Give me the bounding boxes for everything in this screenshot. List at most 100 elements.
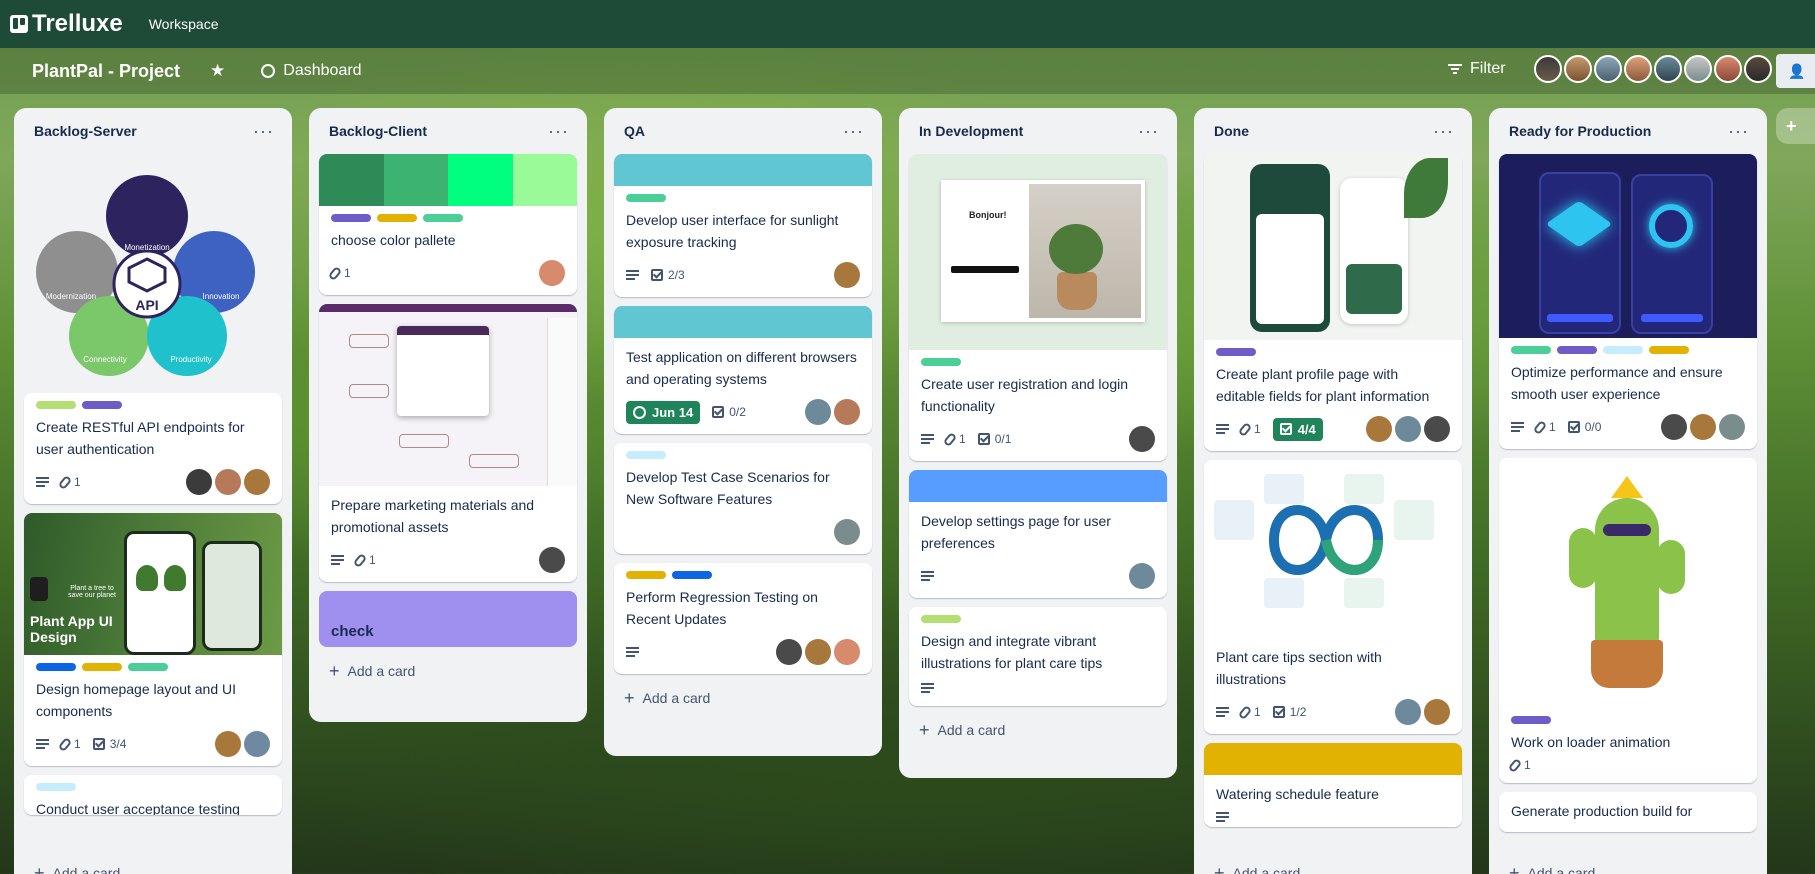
avatar[interactable]	[1684, 55, 1712, 83]
label	[1603, 346, 1643, 354]
avatar[interactable]	[834, 399, 860, 425]
list-title[interactable]: Backlog-Server	[34, 123, 137, 139]
avatar[interactable]	[805, 639, 831, 665]
add-card-button[interactable]: + Add a card	[319, 656, 577, 686]
workspace-menu[interactable]: Workspace	[149, 16, 219, 32]
avatar[interactable]	[186, 469, 212, 495]
attachment-icon	[352, 552, 368, 568]
list-menu-icon[interactable]: ···	[843, 122, 864, 140]
list-title[interactable]: Backlog-Client	[329, 123, 427, 139]
avatar[interactable]	[539, 547, 565, 573]
card[interactable]: Watering schedule feature	[1204, 743, 1462, 827]
list-title[interactable]: Ready for Production	[1509, 123, 1651, 139]
avatar[interactable]	[834, 639, 860, 665]
card[interactable]: Develop user interface for sunlight expo…	[614, 154, 872, 297]
add-card-button[interactable]: + Add a card	[909, 715, 1167, 745]
list-title[interactable]: Done	[1214, 123, 1249, 139]
add-card-button[interactable]: + Add a card	[24, 858, 282, 874]
avatar[interactable]	[1395, 416, 1421, 442]
avatar[interactable]	[1594, 55, 1622, 83]
api-label-productivity: Productivity	[170, 355, 211, 364]
card[interactable]: Monetization Modernization Innovation AP…	[19, 154, 287, 384]
list-menu-icon[interactable]: ···	[253, 122, 274, 140]
avatar[interactable]	[215, 469, 241, 495]
flow-node	[349, 384, 389, 398]
avatar[interactable]	[1624, 55, 1652, 83]
gauge-graphic	[1649, 204, 1693, 248]
add-card-button[interactable]: + Add a card	[614, 683, 872, 713]
avatar[interactable]	[1744, 55, 1772, 83]
avatar[interactable]	[215, 731, 241, 757]
due-date-badge[interactable]: Jun 14	[626, 400, 701, 424]
card[interactable]: Optimize performance and ensure smooth u…	[1499, 154, 1757, 449]
card[interactable]: Develop Test Case Scenarios for New Soft…	[614, 443, 872, 554]
add-card-label: Add a card	[347, 663, 416, 679]
avatar[interactable]	[1719, 414, 1745, 440]
avatar[interactable]	[1564, 55, 1592, 83]
add-card-button[interactable]: + Add a card	[1499, 858, 1757, 874]
plant-profile-cover	[1204, 154, 1462, 340]
avatar[interactable]	[1129, 563, 1155, 589]
avatar[interactable]	[834, 519, 860, 545]
card[interactable]: Perform Regression Testing on Recent Upd…	[614, 563, 872, 674]
avatar[interactable]	[1654, 55, 1682, 83]
share-button[interactable]: 👤	[1776, 54, 1815, 88]
card[interactable]: check	[319, 591, 577, 647]
avatar[interactable]	[244, 469, 270, 495]
star-icon[interactable]: ★	[210, 61, 225, 81]
list-menu-icon[interactable]: ···	[1433, 122, 1454, 140]
avatar[interactable]	[1395, 699, 1421, 725]
card[interactable]: Plant care tips section with illustratio…	[1204, 460, 1462, 734]
app-logo[interactable]: Trelluxe	[10, 10, 123, 38]
card[interactable]: Work on loader animation 1	[1499, 458, 1757, 783]
label	[36, 783, 76, 791]
card[interactable]: Plant a tree to save our planet Plant Ap…	[24, 513, 282, 766]
card[interactable]: Develop settings page for user preferenc…	[909, 470, 1167, 598]
avatar[interactable]	[539, 260, 565, 286]
card[interactable]: Conduct user acceptance testing	[24, 775, 282, 815]
avatar[interactable]	[1424, 416, 1450, 442]
add-card-button[interactable]: + Add a card	[1204, 858, 1462, 874]
list-title[interactable]: QA	[624, 123, 645, 139]
card[interactable]: Bonjour! Create user registration and lo…	[909, 154, 1167, 461]
avatar[interactable]	[1366, 416, 1392, 442]
plant-image	[164, 565, 186, 591]
card[interactable]: Create plant profile page with editable …	[1204, 154, 1462, 451]
list-menu-icon[interactable]: ···	[1138, 122, 1159, 140]
avatar[interactable]	[1714, 55, 1742, 83]
card-cover-color	[614, 154, 872, 186]
label	[626, 194, 666, 202]
card-title: Perform Regression Testing on Recent Upd…	[626, 589, 818, 627]
card[interactable]: choose color pallete 1	[319, 154, 577, 295]
dashboard-button[interactable]: Dashboard	[261, 62, 362, 80]
avatar[interactable]	[1534, 55, 1562, 83]
description-icon	[626, 270, 639, 280]
card[interactable]: Create RESTful API endpoints for user au…	[24, 393, 282, 504]
list-menu-icon[interactable]: ···	[548, 122, 569, 140]
avatar[interactable]	[805, 399, 831, 425]
description-icon	[1216, 812, 1229, 822]
card-title: Design and integrate vibrant illustratio…	[921, 633, 1103, 671]
attachment-count: 1	[1254, 705, 1261, 719]
avatar[interactable]	[1129, 426, 1155, 452]
board-title[interactable]: PlantPal - Project	[32, 61, 180, 82]
avatar[interactable]	[1424, 699, 1450, 725]
avatar[interactable]	[1661, 414, 1687, 440]
card-title: Generate production build for	[1511, 803, 1693, 819]
description-icon	[626, 647, 639, 657]
checklist-count: 0/1	[994, 432, 1012, 446]
avatar[interactable]	[1690, 414, 1716, 440]
avatar[interactable]	[776, 639, 802, 665]
avatar[interactable]	[244, 731, 270, 757]
card[interactable]: Design and integrate vibrant illustratio…	[909, 607, 1167, 706]
card[interactable]: Test application on different browsers a…	[614, 306, 872, 434]
card[interactable]: Prepare marketing materials and promotio…	[319, 304, 577, 582]
avatar[interactable]	[834, 262, 860, 288]
flowchart-screenshot-cover	[319, 304, 577, 486]
card[interactable]: Generate production build for	[1499, 792, 1757, 832]
attachment-count: 1	[74, 475, 81, 489]
add-list-button[interactable]: +	[1776, 108, 1815, 144]
list-title[interactable]: In Development	[919, 123, 1023, 139]
filter-button[interactable]: Filter	[1448, 60, 1506, 78]
list-menu-icon[interactable]: ···	[1728, 122, 1749, 140]
